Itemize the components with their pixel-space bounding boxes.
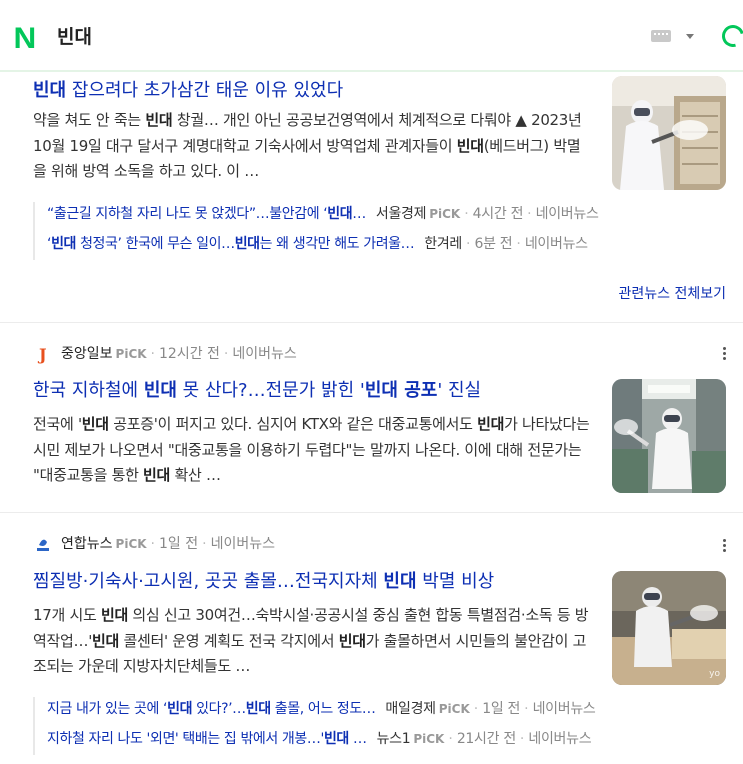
text-segment: 한국 지하철에 [33, 380, 144, 401]
text-segment: … [352, 206, 366, 222]
text-segment: 출몰, 어느 정도… [270, 701, 376, 717]
related-news-item: “출근길 지하철 자리 나도 못 앉겠다”…불안감에 ‘빈대… 서울경제 PiCK ·… [47, 206, 599, 222]
related-news-item: ‘빈대 청정국’ 한국에 무슨 일이…빈대는 왜 생각만 해도 가려울… 한겨레 ·… [47, 236, 588, 252]
text-segment: 약을 쳐도 안 죽는 [33, 111, 146, 129]
yonhap-logo-icon[interactable] [33, 534, 53, 554]
text-segment: 확산 … [170, 466, 221, 484]
keyword-highlight: 빈대 [323, 731, 349, 747]
text-segment: 공포증'이 퍼지고 있다. 심지어 KTX와 같은 대중교통에서도 [108, 415, 478, 433]
news-description[interactable]: 17개 시도 빈대 의심 신고 30여건…숙박시설·공공시설 중심 출현 합동 … [33, 603, 593, 681]
timestamp: 21시간 전 [456, 731, 516, 747]
naver-news-link[interactable]: 네이버뉴스 [536, 206, 599, 222]
keyword-highlight: 빈대 [245, 701, 271, 717]
news-description[interactable]: 전국에 '빈대 공포증'이 퍼지고 있다. 심지어 KTX와 같은 대중교통에서… [33, 412, 593, 490]
text-segment: 17개 시도 [33, 606, 101, 624]
keyword-highlight: 빈대 [51, 236, 77, 252]
joongang-logo-icon[interactable]: J [33, 344, 53, 364]
keyword-highlight: 빈대 [383, 571, 417, 592]
pick-badge: PiCK [115, 537, 147, 551]
text-segment: 찜질방·기숙사·고시원, 곳곳 출몰…전국지자체 [33, 571, 384, 592]
loading-spinner-icon [717, 20, 743, 52]
news-thumbnail[interactable] [612, 379, 726, 493]
pick-badge: PiCK [438, 702, 470, 716]
text-segment: 지하철 자리 나도 '외면' 택배는 집 밖에서 개봉…' [47, 731, 324, 747]
text-segment: 잡으려다 초가삼간 태운 이유 있었다 [66, 80, 344, 101]
text-segment: 는 왜 생각만 해도 가려울… [259, 236, 415, 252]
related-news: “출근길 지하철 자리 나도 못 앉겠다”…불안감에 ‘빈대… 서울경제 PiCK ·… [33, 202, 727, 260]
keyword-highlight: 빈대 [92, 631, 120, 650]
pick-badge: PiCK [429, 207, 461, 221]
related-news: 지금 내가 있는 곳에 ‘빈대 있다?’…빈대 출몰, 어느 정도… 매일경제 Pi… [33, 697, 727, 755]
text-segment: … [348, 731, 367, 747]
keyword-highlight: 빈대 [327, 206, 353, 222]
thumbnail-watermark: yo [709, 669, 720, 679]
timestamp: 1일 전 [159, 536, 199, 552]
timestamp: 1일 전 [482, 701, 521, 717]
text-segment: “출근길 지하철 자리 나도 못 앉겠다”…불안감에 ‘ [47, 206, 328, 222]
news-title[interactable]: 빈대 잡으려다 초가삼간 태운 이유 있었다 [33, 79, 343, 103]
search-header: N 빈대 [0, 0, 743, 72]
keyword-highlight: 빈대 [143, 466, 171, 484]
caret-down-icon[interactable] [686, 34, 694, 39]
naver-news-link[interactable]: 네이버뉴스 [528, 731, 591, 747]
text-segment: 지금 내가 있는 곳에 ‘ [47, 701, 168, 717]
divider [0, 512, 743, 513]
related-news-title[interactable]: 지하철 자리 나도 '외면' 택배는 집 밖에서 개봉…'빈대 … [47, 731, 367, 747]
news-description[interactable]: 약을 쳐도 안 죽는 빈대 창궐… 개인 아닌 공공보건영역에서 체계적으로 다… [33, 108, 593, 186]
view-all-related-link[interactable]: 관련뉴스 전체보기 [619, 283, 727, 303]
keyword-highlight: 빈대 공포 [364, 380, 438, 401]
news-source: J 중앙일보 PiCK · 12시간 전 · 네이버뉴스 [33, 342, 297, 366]
text-segment: 콜센터' 운영 계획도 전국 각지에서 [119, 631, 339, 650]
keyword-highlight: 빈대 [234, 236, 260, 252]
related-news-title[interactable]: 지금 내가 있는 곳에 ‘빈대 있다?’…빈대 출몰, 어느 정도… [47, 701, 376, 717]
press-name[interactable]: 매일경제 [385, 701, 436, 717]
text-segment: 있다?’… [192, 701, 246, 717]
svg-text:J: J [37, 345, 47, 364]
naver-news-link[interactable]: 네이버뉴스 [211, 536, 275, 552]
related-news-title[interactable]: “출근길 지하철 자리 나도 못 앉겠다”…불안감에 ‘빈대… [47, 206, 366, 222]
keyword-highlight: 빈대 [143, 380, 177, 401]
keyword-highlight: 빈대 [338, 631, 366, 650]
press-name[interactable]: 중앙일보 [61, 346, 113, 362]
related-news-item: 지하철 자리 나도 '외면' 택배는 집 밖에서 개봉…'빈대 … 뉴스1 PiCK… [47, 731, 592, 747]
naver-logo[interactable]: N [13, 24, 36, 54]
text-segment: 전국에 ' [33, 415, 82, 433]
keyword-highlight: 빈대 [33, 80, 67, 101]
naver-news-link[interactable]: 네이버뉴스 [525, 236, 588, 252]
keyword-highlight: 빈대 [81, 415, 109, 433]
text-segment: ' 진실 [437, 380, 482, 401]
news-thumbnail[interactable] [612, 76, 726, 190]
press-name[interactable]: 연합뉴스 [61, 536, 113, 552]
text-segment: 박멸 비상 [416, 571, 495, 592]
naver-news-link[interactable]: 네이버뉴스 [232, 346, 296, 362]
more-options-icon[interactable] [722, 347, 726, 361]
timestamp: 4시간 전 [472, 206, 524, 222]
timestamp: 12시간 전 [159, 346, 220, 362]
naver-news-link[interactable]: 네이버뉴스 [533, 701, 596, 717]
text-segment: 청정국’ 한국에 무슨 일이… [76, 236, 235, 252]
keyword-highlight: 빈대 [456, 136, 484, 155]
more-options-icon[interactable] [722, 539, 726, 553]
press-name[interactable]: 서울경제 [376, 206, 427, 222]
keyboard-icon[interactable] [651, 30, 671, 42]
text-segment: 못 산다?…전문가 밝힌 ' [176, 380, 365, 401]
keyword-highlight: 빈대 [167, 701, 193, 717]
keyword-highlight: 빈대 [477, 415, 505, 433]
keyword-highlight: 빈대 [100, 606, 128, 624]
search-query[interactable]: 빈대 [57, 24, 92, 50]
related-news-item: 지금 내가 있는 곳에 ‘빈대 있다?’…빈대 출몰, 어느 정도… 매일경제 Pi… [47, 701, 596, 717]
pick-badge: PiCK [413, 732, 445, 746]
related-news-title[interactable]: ‘빈대 청정국’ 한국에 무슨 일이…빈대는 왜 생각만 해도 가려울… [47, 236, 415, 252]
news-title[interactable]: 한국 지하철에 빈대 못 산다?…전문가 밝힌 '빈대 공포' 진실 [33, 379, 481, 403]
keyword-highlight: 빈대 [145, 111, 173, 129]
press-name[interactable]: 한겨레 [424, 236, 462, 252]
news-source: 연합뉴스 PiCK · 1일 전 · 네이버뉴스 [33, 532, 275, 556]
news-thumbnail[interactable]: yo [612, 571, 726, 685]
press-name[interactable]: 뉴스1 [377, 731, 411, 747]
divider [0, 322, 743, 323]
pick-badge: PiCK [115, 347, 147, 361]
news-title[interactable]: 찜질방·기숙사·고시원, 곳곳 출몰…전국지자체 빈대 박멸 비상 [33, 570, 494, 594]
timestamp: 6분 전 [474, 236, 513, 252]
